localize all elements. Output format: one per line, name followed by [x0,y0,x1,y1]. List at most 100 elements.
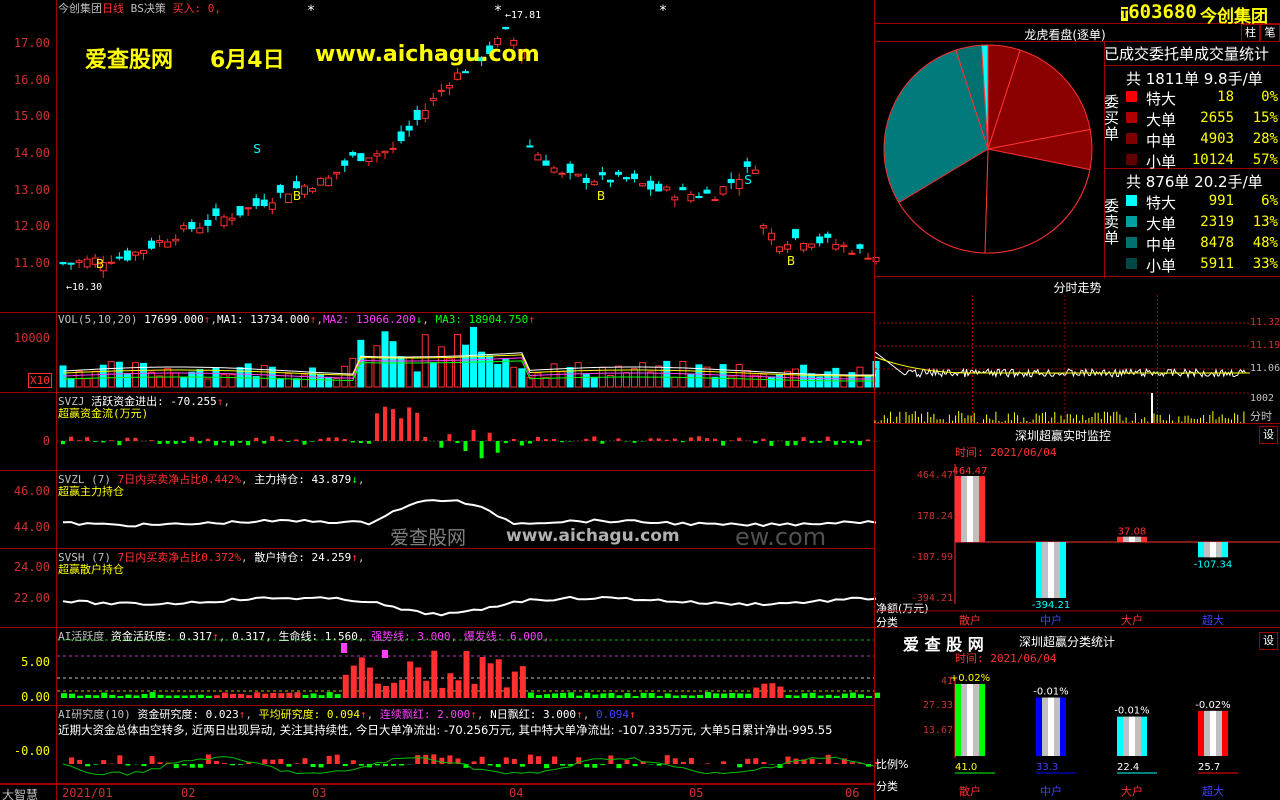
svsh-panel[interactable]: SVSH (7) 7日内买卖净占比0.372%, 散户持仓: 24.259↑, … [0,549,877,628]
activity-bar [737,693,744,698]
candle-body [840,244,848,248]
stroke-toggle-button[interactable]: 笔 [1260,24,1280,42]
candle-body [759,225,767,229]
fund-flow-bar [761,438,766,441]
activity-bar [801,693,808,698]
volume-bar [429,362,437,388]
candle-body [808,243,816,248]
research-bar [833,762,839,764]
stat-label: 中单 [1146,132,1177,150]
activity-bar [238,693,245,698]
y-axis-divider [56,0,57,800]
activity-bar [640,692,647,698]
activity-bar [197,694,204,698]
candle-body [582,177,590,184]
research-bar [560,764,566,766]
classification-panel[interactable]: 爱 查 股 网 深圳超赢分类统计 设 时间: 2021/06/04 41 27.… [875,628,1280,800]
activity-bar [785,694,792,698]
candle-body [284,193,292,204]
fund-flow-bar [125,437,130,441]
volume-bar [228,374,236,388]
stat-label: 小单 [1146,153,1177,171]
classify-change: -0.01% [1033,687,1068,698]
research-bar [672,758,678,764]
volume-bar [856,366,864,388]
classify-category: 大户 [1121,784,1143,798]
ai-research-panel[interactable]: AI研究度(10) 资金研究度: 0.023↑, 平均研究度: 0.094↑, … [0,706,880,784]
stat-label: 中单 [1146,236,1177,254]
fund-flow-bar [833,441,838,445]
fund-flow-bar [205,438,210,441]
research-bar [141,764,147,767]
stat-percent: 13% [1252,214,1278,230]
fund-flow-bar [85,437,90,441]
fund-flow-bar [415,412,420,441]
activity-bar [809,692,816,698]
stat-count: 5911 [1200,256,1234,272]
minute-panel[interactable]: 分时走势 11.32 11.19 11.06 1002 分时 [874,276,1280,424]
bar-toggle-button[interactable]: 柱 [1241,24,1260,42]
fund-flow-bar [238,441,243,443]
candle-body [832,243,840,250]
stat-swatch [1126,133,1137,144]
volume-bar [131,362,139,388]
activity-bar [495,659,502,698]
activity-bar [189,695,196,698]
fund-flow-bar [383,406,387,441]
stat-row: 小单 10124 57% [1126,150,1278,171]
research-bar [383,764,388,767]
research-bar [334,754,340,764]
stat-count: 2655 [1200,110,1234,126]
fund-flow-bar [648,438,653,441]
stat-count: 18 [1217,89,1234,105]
fund-flow-bar [173,441,178,444]
activity-bar [77,695,84,698]
volume-bar [574,362,582,388]
candle-body [655,183,663,192]
volume-bar [91,370,99,388]
activity-bar [374,683,381,698]
activity-bar [181,695,188,698]
stat-label: 小单 [1146,257,1177,275]
minute-tick: 1002 [1250,393,1275,404]
kline-panel[interactable]: 今创集团日线 BS决策 买入: 0, 17.00 16.00 15.00 14.… [0,0,880,313]
ai-activity-panel[interactable]: AI活跃度 资金活跃度: 0.317↑, 0.317, 生命线: 1.560, … [0,628,881,706]
research-bar [157,762,163,764]
candle-body [357,153,365,162]
fund-flow-bar [857,441,862,446]
svzl-panel[interactable]: SVZL (7) 7日内买卖净占比0.442%, 主力持仓: 43.879↓, … [0,471,877,551]
volume-bar [462,344,469,388]
fund-flow-bar [213,441,218,446]
watermark-url: www.aichagu.com [315,42,540,67]
activity-bar [93,695,100,698]
svzj-panel[interactable]: SVZJ 活跃资金进出: -70.255↑, 超赢资金流(万元) 0 [0,393,879,471]
activity-bar [648,693,655,698]
stat-swatch [1126,258,1137,269]
research-bar [825,754,831,764]
research-bar [535,756,541,764]
fund-flow-bar [688,437,693,441]
activity-bar [447,673,454,698]
volume-bar [180,376,188,388]
monitor-category: 超大 [1202,613,1224,627]
activity-bar [535,695,542,698]
stat-row: 小单 5911 33% [1126,254,1278,275]
realtime-monitor-panel[interactable]: 深圳超赢实时监控 设 时间: 2021/06/04 464.47 178.24 … [875,424,1280,629]
high-price-label: ←17.81 [505,10,542,21]
candle-body [743,161,751,167]
sell-block: 委卖单 共 876单 20.2手/单 特大 991 6% 大单 2319 13% 中单 847… [1104,170,1280,275]
fund-flow-bar [222,441,226,443]
volume-panel[interactable]: VOL(5,10,20) 17699.000↑,MA1: 13734.000↑,… [0,313,880,393]
fund-flow-bar [366,441,371,444]
activity-bar [149,692,156,698]
stats-divider [1104,42,1105,278]
volume-bar [647,371,655,388]
stat-percent: 6% [1261,193,1278,209]
candle-body [462,71,469,74]
activity-bar [125,694,132,698]
fund-flow-bar [294,439,299,441]
left-tool-label[interactable]: 大智慧 [2,786,38,800]
pie-title: 龙虎看盘(逐单) [1024,28,1106,42]
activity-bar [705,692,711,698]
activity-bar [205,695,212,698]
